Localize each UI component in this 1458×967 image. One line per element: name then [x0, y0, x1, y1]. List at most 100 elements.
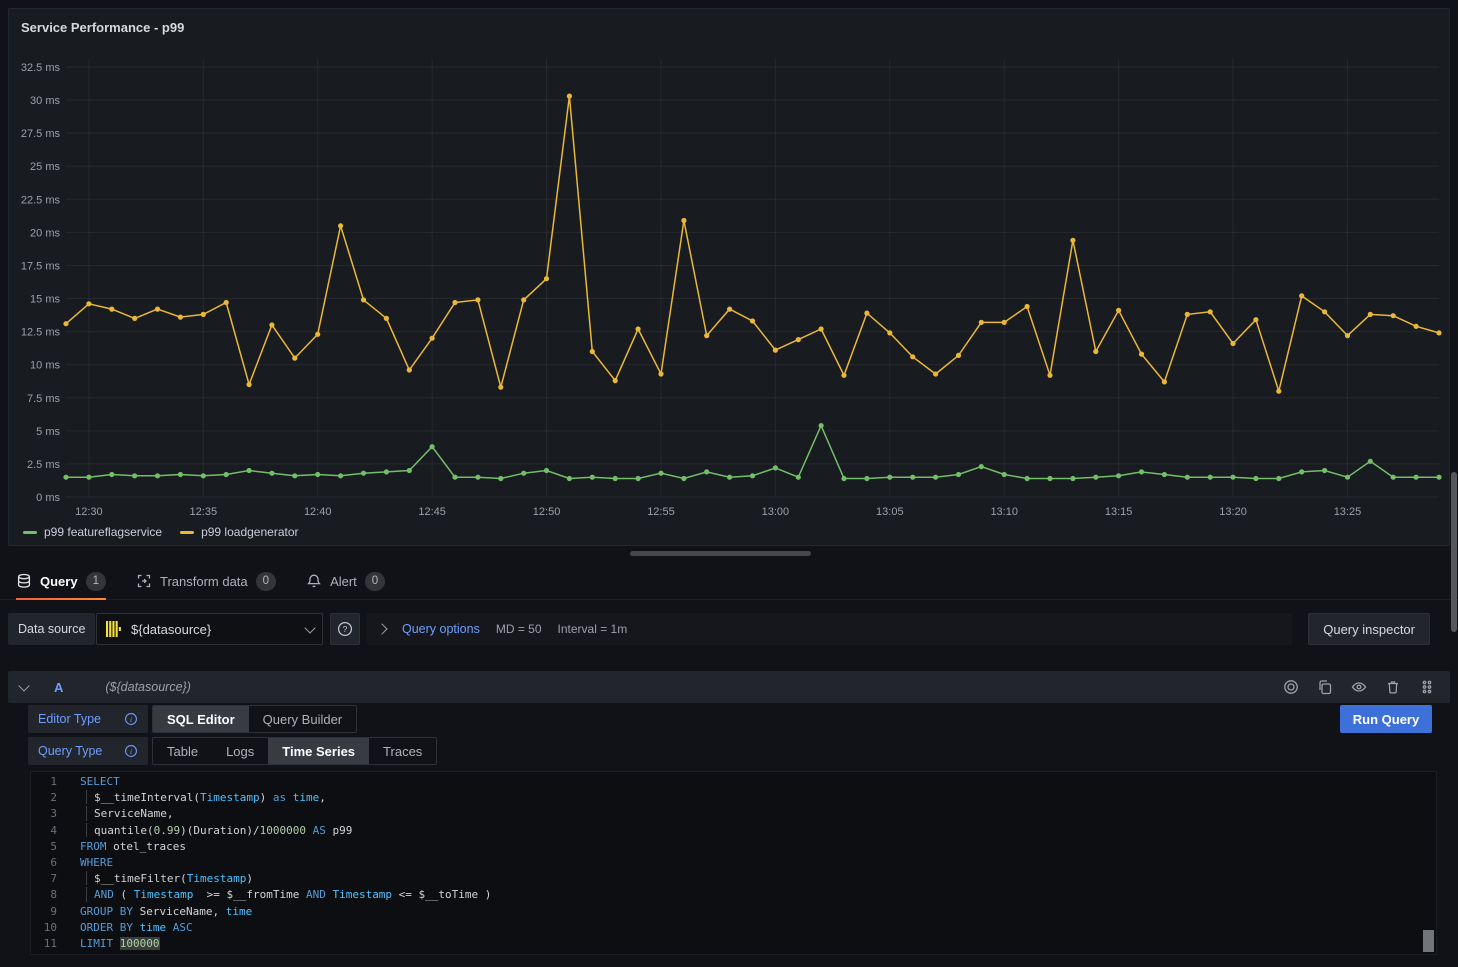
- line-number: 1: [31, 774, 57, 788]
- bell-icon: [306, 573, 322, 589]
- tab-transform-label: Transform data: [160, 574, 248, 589]
- info-circle-icon[interactable]: i: [124, 712, 138, 726]
- code-line-2[interactable]: 2 $__timeInterval(Timestamp) as time,: [31, 788, 1436, 804]
- svg-text:22.5 ms: 22.5 ms: [21, 194, 61, 206]
- editor-tabs: Query 1 Transform data 0 Alert 0: [0, 563, 1458, 600]
- segment-sql-editor[interactable]: SQL Editor: [153, 706, 249, 732]
- line-number: 9: [31, 904, 57, 918]
- svg-text:12:40: 12:40: [304, 506, 332, 518]
- svg-text:12:30: 12:30: [75, 506, 103, 518]
- clickhouse-icon: [105, 620, 123, 638]
- datasource-picker[interactable]: ${datasource}: [96, 613, 323, 645]
- tab-alert-badge: 0: [365, 572, 385, 591]
- code-line-1[interactable]: 1 SELECT: [31, 772, 1436, 788]
- pane-resize-handle[interactable]: [630, 551, 811, 556]
- segment-time-series[interactable]: Time Series: [268, 738, 369, 764]
- code-text: LIMIT 100000: [80, 936, 160, 950]
- svg-text:13:00: 13:00: [762, 506, 790, 518]
- query-type-row: Query Type i Table Logs Time Series Trac…: [28, 737, 437, 765]
- code-line-4[interactable]: 4quantile(0.99)(Duration)/1000000 AS p99: [31, 821, 1436, 837]
- tab-query-label: Query: [40, 574, 78, 589]
- query-options-link[interactable]: Query options: [402, 622, 480, 636]
- segment-traces[interactable]: Traces: [369, 738, 436, 764]
- svg-text:7.5 ms: 7.5 ms: [27, 393, 61, 405]
- editor-scrollbar-thumb[interactable]: [1423, 930, 1434, 952]
- segment-logs[interactable]: Logs: [212, 738, 268, 764]
- collapse-chevron-icon[interactable]: [18, 680, 29, 691]
- code-line-11[interactable]: 11LIMIT 100000: [31, 934, 1436, 950]
- legend-swatch-yellow: [180, 531, 194, 534]
- legend-label[interactable]: p99 loadgenerator: [201, 525, 298, 539]
- svg-text:25 ms: 25 ms: [30, 161, 60, 173]
- database-icon: [16, 573, 32, 589]
- query-row-actions: [1280, 676, 1438, 698]
- code-line-9[interactable]: 9GROUP BY ServiceName, time: [31, 902, 1436, 918]
- grafana-panel-edit-page: Service Performance - p99 0 ms2.5 ms5 ms…: [0, 0, 1458, 967]
- code-text: ORDER BY time ASC: [80, 920, 193, 934]
- line-number: 5: [31, 839, 57, 853]
- query-options-bar[interactable]: Query options MD = 50 Interval = 1m: [366, 613, 1292, 645]
- query-inspector-button[interactable]: Query inspector: [1308, 613, 1430, 645]
- legend-item-featureflagservice[interactable]: p99 featureflagservice: [23, 525, 162, 539]
- query-row-header[interactable]: A (${datasource}): [8, 671, 1450, 703]
- legend-item-loadgenerator[interactable]: p99 loadgenerator: [180, 525, 298, 539]
- code-text: $__timeInterval(Timestamp) as time,: [86, 790, 326, 804]
- svg-text:12:50: 12:50: [533, 506, 561, 518]
- timeseries-panel: Service Performance - p99 0 ms2.5 ms5 ms…: [8, 8, 1450, 546]
- segment-query-builder[interactable]: Query Builder: [249, 706, 356, 732]
- query-row-datasource: (${datasource}): [105, 680, 190, 694]
- code-text: ServiceName,: [86, 806, 173, 820]
- svg-text:12:35: 12:35: [190, 506, 218, 518]
- info-circle-icon[interactable]: i: [124, 744, 138, 758]
- hide-response-icon[interactable]: [1348, 676, 1370, 698]
- code-line-5[interactable]: 5FROM otel_traces: [31, 837, 1436, 853]
- tab-query[interactable]: Query 1: [16, 563, 106, 600]
- query-type-segmented: Table Logs Time Series Traces: [152, 737, 437, 765]
- line-number: 8: [31, 887, 57, 901]
- legend-label[interactable]: p99 featureflagservice: [44, 525, 162, 539]
- datasource-label: Data source: [8, 613, 95, 645]
- svg-text:32.5 ms: 32.5 ms: [21, 62, 61, 74]
- question-circle-icon: ?: [337, 621, 353, 637]
- max-data-points-value: MD = 50: [496, 622, 542, 636]
- code-line-3[interactable]: 3ServiceName,: [31, 804, 1436, 820]
- line-number: 10: [31, 920, 57, 934]
- code-line-10[interactable]: 10 ORDER BY time ASC: [31, 918, 1436, 934]
- editor-type-row: Editor Type i SQL Editor Query Builder: [28, 705, 357, 733]
- code-line-6[interactable]: 6WHERE: [31, 853, 1436, 869]
- line-number: 7: [31, 871, 57, 885]
- svg-text:30 ms: 30 ms: [30, 95, 60, 107]
- sql-code-editor[interactable]: 1 SELECT 2 $__timeInterval(Timestamp) as ti…: [30, 771, 1437, 955]
- svg-text:i: i: [130, 747, 132, 756]
- tab-transform-data[interactable]: Transform data 0: [136, 563, 276, 600]
- code-line-7[interactable]: 7$__timeFilter(Timestamp): [31, 869, 1436, 885]
- svg-text:12:45: 12:45: [418, 506, 446, 518]
- page-scrollbar-thumb[interactable]: [1451, 472, 1457, 632]
- svg-text:i: i: [130, 715, 132, 724]
- drag-handle-icon[interactable]: [1416, 676, 1438, 698]
- query-type-label: Query Type: [38, 744, 102, 758]
- chevron-down-icon: [304, 622, 315, 633]
- segment-table[interactable]: Table: [153, 738, 212, 764]
- svg-text:12:55: 12:55: [647, 506, 675, 518]
- tab-alert[interactable]: Alert 0: [306, 563, 385, 600]
- line-number: 2: [31, 790, 57, 804]
- code-text: AND ( Timestamp >= $__fromTime AND Times…: [86, 887, 491, 901]
- editor-type-label-chip: Editor Type i: [28, 705, 148, 733]
- svg-text:20 ms: 20 ms: [30, 227, 60, 239]
- svg-text:5 ms: 5 ms: [36, 426, 60, 438]
- datasource-help-button[interactable]: ?: [330, 613, 360, 645]
- panel-title: Service Performance - p99: [21, 20, 184, 35]
- code-line-8[interactable]: 8 AND ( Timestamp >= $__fromTime AND Time…: [31, 885, 1436, 901]
- disable-query-icon[interactable]: [1280, 676, 1302, 698]
- code-text: SELECT: [80, 774, 120, 788]
- svg-text:13:10: 13:10: [990, 506, 1018, 518]
- line-number: 4: [31, 823, 57, 837]
- svg-text:0 ms: 0 ms: [36, 492, 60, 504]
- transform-icon: [136, 573, 152, 589]
- timeseries-chart[interactable]: 0 ms2.5 ms5 ms7.5 ms10 ms12.5 ms15 ms17.…: [9, 39, 1449, 519]
- svg-text:27.5 ms: 27.5 ms: [21, 128, 61, 140]
- delete-query-icon[interactable]: [1382, 676, 1404, 698]
- run-query-button[interactable]: Run Query: [1340, 705, 1432, 733]
- duplicate-query-icon[interactable]: [1314, 676, 1336, 698]
